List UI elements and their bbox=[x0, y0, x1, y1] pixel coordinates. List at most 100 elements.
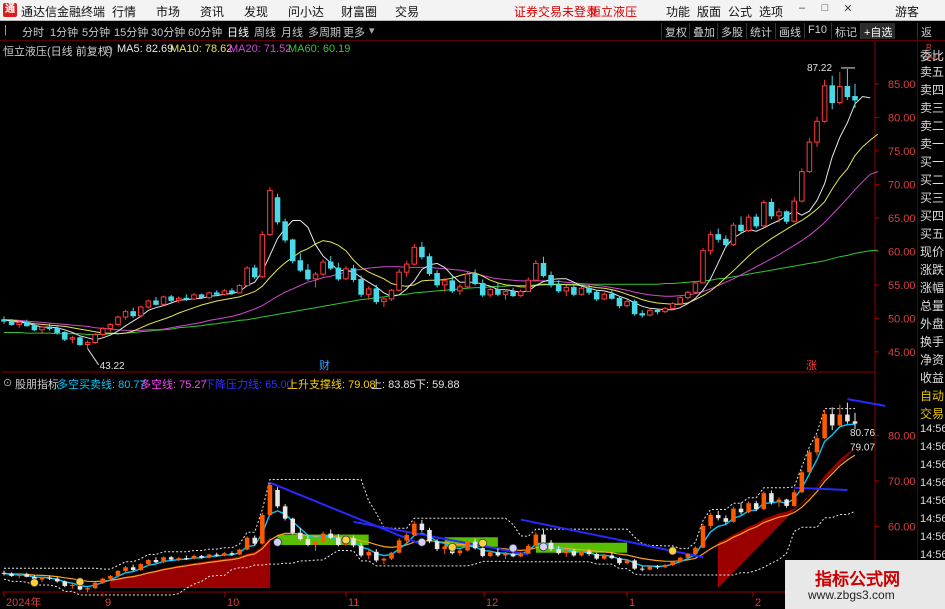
sub-candle-body bbox=[525, 545, 531, 554]
sub-candle-body bbox=[404, 535, 409, 541]
candle-body bbox=[198, 294, 205, 299]
panel-item-27: 14:56 bbox=[920, 531, 945, 543]
indicator-item-6-value: 59.88 bbox=[432, 379, 460, 391]
candle-body bbox=[373, 288, 380, 303]
sub-candle-body bbox=[495, 552, 501, 556]
ma10-label: MA10: 78.62 bbox=[170, 43, 233, 55]
panel-item-4: 卖二 bbox=[920, 119, 945, 133]
x-axis-label: 10 bbox=[227, 597, 239, 609]
sub-candle-body bbox=[374, 551, 379, 561]
sub-candle-body bbox=[556, 549, 561, 554]
sub-candle-body bbox=[290, 518, 296, 533]
panel-item-24: 14:56 bbox=[920, 477, 945, 489]
candle-body bbox=[647, 309, 653, 316]
candle-body bbox=[776, 211, 782, 217]
candle-body bbox=[350, 268, 357, 281]
candle-body bbox=[502, 291, 509, 295]
candle-body bbox=[244, 267, 250, 287]
panel-item-11: 现价 bbox=[920, 245, 945, 259]
main-y-tick-label: 85.00 bbox=[888, 79, 916, 91]
sub-candle-body bbox=[579, 551, 584, 556]
sub-candle-body bbox=[753, 503, 759, 510]
x-axis-label: 2024年 bbox=[6, 595, 41, 609]
candle-body bbox=[411, 246, 418, 265]
sub-candle-body bbox=[100, 578, 106, 583]
candle-body bbox=[593, 291, 600, 300]
sub-candle-body bbox=[807, 452, 812, 473]
indicator-item-4-label: 上升支撑线: bbox=[287, 379, 346, 391]
candle-body bbox=[282, 221, 288, 241]
sub-candle-body bbox=[389, 552, 394, 559]
signal-circle-7 bbox=[29, 578, 39, 588]
sub-candle-body bbox=[784, 499, 789, 506]
candle-body bbox=[145, 300, 152, 308]
candle-body bbox=[92, 333, 98, 344]
sub-candle-body bbox=[16, 574, 22, 576]
candle-body bbox=[434, 272, 440, 286]
sub-y-tick-label: 70.00 bbox=[888, 476, 916, 488]
settings-icon[interactable]: ⊙ bbox=[104, 43, 113, 56]
sub-candle-body bbox=[153, 560, 159, 563]
panel-item-3: 卖三 bbox=[920, 101, 945, 115]
x-axis-label: 11 bbox=[348, 597, 359, 609]
sub-candle-body bbox=[267, 485, 273, 515]
indicator-item-6: 下: 59.88 bbox=[415, 376, 460, 392]
candle-body bbox=[191, 294, 197, 300]
sub-candle-body bbox=[222, 553, 227, 556]
candle-body bbox=[669, 303, 676, 309]
signal-circle-1 bbox=[341, 535, 351, 545]
sub-candle-body bbox=[776, 499, 782, 503]
candle-body bbox=[806, 141, 813, 173]
chart-canvas[interactable]: 85.00 80.00 75.00 70.00 65.00 60.00 55.00 50.00… bbox=[0, 0, 945, 609]
sub-candle-body bbox=[677, 557, 683, 562]
candle-body bbox=[685, 291, 691, 299]
panel-item-2: 卖四 bbox=[920, 83, 945, 97]
indicator-item-1-label: 多空买卖线: bbox=[57, 379, 116, 391]
sub-candle-body bbox=[320, 533, 326, 542]
candle-body bbox=[54, 327, 60, 333]
sub-candle-body bbox=[503, 553, 508, 556]
sub-candle-body bbox=[206, 554, 212, 558]
ma10-name: MA10 bbox=[170, 43, 199, 55]
candle-body bbox=[312, 273, 319, 280]
indicator-item-5: 上: 83.85 bbox=[371, 376, 416, 392]
signal-circle-9 bbox=[668, 546, 678, 556]
sub-candle-body bbox=[442, 546, 447, 550]
sub-candle-body bbox=[639, 568, 645, 570]
candle-body bbox=[495, 289, 501, 295]
candle-body bbox=[783, 211, 790, 222]
ma20-label: MA20: 71.52 bbox=[229, 43, 292, 55]
panel-item-18: 收益 bbox=[920, 371, 945, 385]
sub-candle-body bbox=[9, 573, 14, 576]
candle-body bbox=[791, 200, 797, 222]
sub-candle-body bbox=[62, 581, 68, 586]
panel-item-19: 自动 bbox=[920, 389, 945, 403]
candle-body bbox=[69, 337, 76, 340]
quote-side-panel: R 300 委比 卖五 卖四 卖三 卖二 卖一 买一 买二 买三 买四 买五 现价 涨跌 涨幅 总量 外盘 换手净… bbox=[917, 41, 945, 609]
sub-candle-body bbox=[563, 550, 569, 554]
candle-body bbox=[99, 327, 106, 335]
watermark-title: 指标公式网 bbox=[815, 570, 900, 589]
sub-candle-body bbox=[617, 558, 622, 564]
sub-candle-body bbox=[24, 574, 30, 577]
panel-item-25: 14:56 bbox=[920, 495, 945, 507]
sub-candle-body bbox=[837, 414, 843, 426]
panel-item-8: 买三 bbox=[920, 191, 945, 205]
main-y-tick-label: 65.00 bbox=[888, 213, 916, 225]
candle-body bbox=[335, 267, 342, 280]
ma5-line bbox=[3, 95, 871, 341]
sub-candle-body bbox=[434, 541, 440, 550]
indicator-name[interactable]: 股朋指标 bbox=[15, 376, 59, 392]
candle-body bbox=[358, 279, 364, 295]
candle-body bbox=[723, 238, 729, 246]
indicator-settings-icon[interactable]: ⊙ bbox=[3, 376, 12, 389]
ma20-name: MA20 bbox=[229, 43, 258, 55]
candle-body bbox=[852, 96, 858, 101]
sub-candle-body bbox=[427, 530, 432, 542]
candle-body bbox=[305, 269, 311, 280]
indicator-item-2-value: 75.27 bbox=[179, 379, 207, 391]
candle-body bbox=[183, 297, 190, 300]
candle-body bbox=[130, 311, 136, 317]
sub-candle-body bbox=[746, 503, 751, 513]
sub-candle-body bbox=[518, 553, 523, 557]
